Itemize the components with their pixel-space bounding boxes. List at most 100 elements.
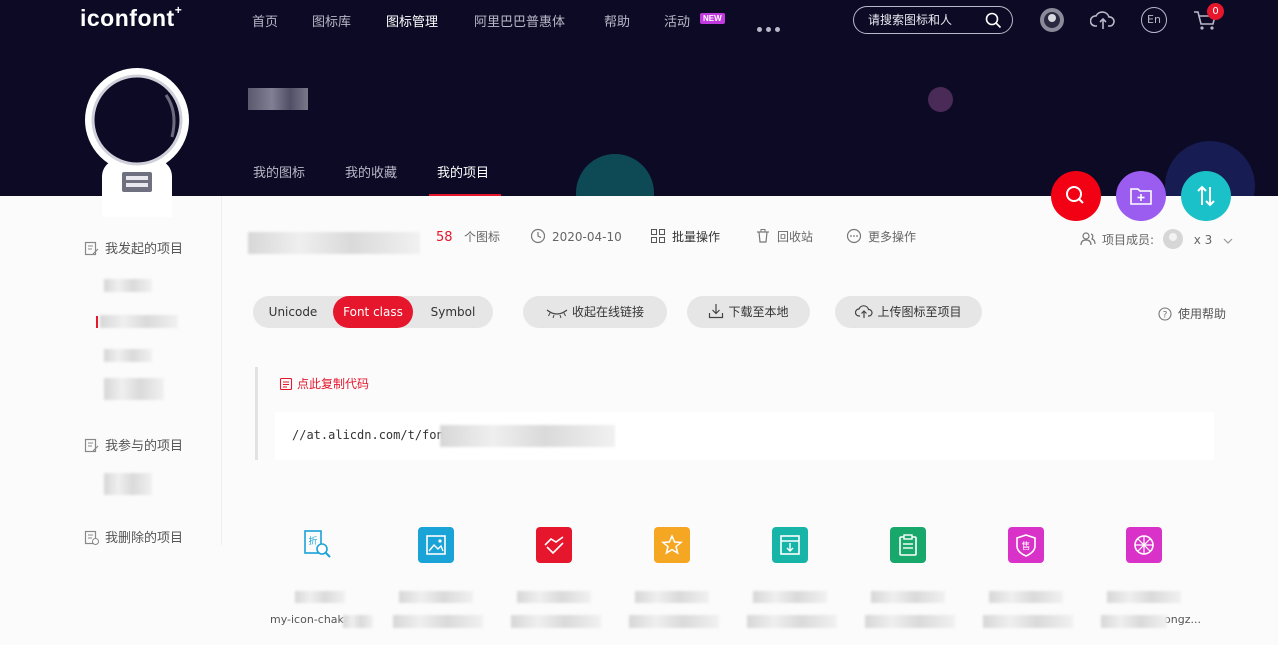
format-unicode[interactable]: Unicode — [253, 296, 333, 328]
user-avatar-icon[interactable] — [1039, 7, 1065, 33]
username-blurred — [248, 88, 308, 110]
icon-title-blurred — [399, 591, 473, 603]
icon-title-blurred — [517, 591, 591, 603]
list-item-blurred[interactable] — [100, 315, 178, 328]
icon-title-blurred — [635, 591, 709, 603]
icon-card[interactable] — [495, 525, 613, 645]
question-icon: ? — [1158, 307, 1172, 321]
list-item-blurred[interactable] — [104, 279, 152, 292]
icon-name-blurred — [511, 615, 601, 628]
icon-name-blurred — [865, 615, 955, 628]
nav-icon-library[interactable]: 图标库 — [312, 11, 351, 30]
search-input[interactable] — [868, 12, 978, 28]
icon-card[interactable]: 售 — [967, 525, 1085, 645]
list-item-blurred[interactable] — [104, 349, 152, 362]
icon-name-blurred — [1101, 615, 1167, 628]
url-blurred — [440, 425, 615, 447]
list-item-blurred[interactable] — [104, 378, 164, 400]
more-circle-icon — [846, 228, 862, 244]
svg-text:售: 售 — [1021, 540, 1030, 552]
icon-title-blurred — [989, 591, 1063, 603]
nav-icon-manage[interactable]: 图标管理 — [386, 11, 438, 30]
language-toggle[interactable]: En — [1141, 7, 1167, 33]
nav-puhuiti-font[interactable]: 阿里巴巴普惠体 — [474, 11, 565, 30]
nav-activity[interactable]: 活动 — [664, 11, 690, 30]
sidebar-started-projects[interactable]: 我发起的项目 — [84, 238, 183, 257]
icon-card[interactable] — [849, 525, 967, 645]
edit-list-icon — [84, 241, 99, 256]
icon-card[interactable] — [377, 525, 495, 645]
download-box-icon — [772, 527, 808, 563]
collapse-online-link-button[interactable]: 收起在线链接 — [523, 296, 667, 328]
new-folder-fab-button[interactable] — [1116, 171, 1166, 221]
active-tab-indicator — [429, 194, 501, 196]
cart-count-badge: 0 — [1207, 3, 1224, 20]
logo[interactable]: iconfont+ — [80, 3, 182, 32]
more-operations-button[interactable]: 更多操作 — [846, 228, 916, 245]
project-members[interactable]: 项目成员: x 3 — [1080, 228, 1240, 250]
eye-closed-icon — [546, 309, 568, 319]
icon-count: 58 个图标 — [436, 230, 501, 245]
decor-circle — [576, 154, 654, 196]
clock-icon — [530, 228, 546, 244]
chevron-down-icon — [1223, 238, 1233, 244]
trash-icon — [757, 229, 769, 243]
recycle-bin-button[interactable]: 回收站 — [755, 228, 813, 245]
font-link-code[interactable]: //at.alicdn.com/t/fon — [275, 412, 1214, 460]
sidebar-joined-projects[interactable]: 我参与的项目 — [84, 435, 183, 454]
sidebar-deleted-projects[interactable]: 我删除的项目 — [84, 527, 183, 546]
download-icon — [709, 304, 724, 319]
sale-shield-icon: 售 — [1008, 527, 1044, 563]
icon-name-blurred — [747, 615, 837, 628]
tab-my-projects[interactable]: 我的项目 — [437, 162, 489, 181]
svg-text:?: ? — [1163, 311, 1168, 321]
icon-card[interactable]: ongz... — [1085, 525, 1203, 645]
font-link-url: //at.alicdn.com/t/fon — [292, 428, 444, 442]
icon-name-blurred — [629, 615, 719, 628]
search-fab-button[interactable] — [1051, 171, 1101, 221]
clipboard-icon — [890, 527, 926, 563]
project-name-blurred — [248, 232, 420, 254]
icon-name-blurred — [393, 615, 483, 628]
search-icon — [1066, 186, 1084, 204]
search-box — [853, 6, 1013, 34]
usage-help-link[interactable]: ? 使用帮助 — [1158, 305, 1226, 322]
upload-cloud-icon — [855, 305, 874, 318]
icon-card[interactable] — [731, 525, 849, 645]
icon-name-blurred — [343, 615, 373, 628]
document-icon — [279, 377, 293, 391]
list-item-blurred[interactable] — [104, 473, 152, 495]
icon-card[interactable] — [613, 525, 731, 645]
copy-code-button[interactable]: 点此复制代码 — [279, 375, 369, 392]
format-font-class[interactable]: Font class — [333, 296, 413, 328]
new-badge: NEW — [700, 13, 725, 24]
folder-add-icon — [1130, 188, 1152, 205]
members-icon — [1080, 232, 1096, 246]
image-icon — [418, 527, 454, 563]
search-document-icon: 折 — [300, 527, 336, 563]
search-icon[interactable] — [985, 12, 1002, 29]
more-dots-icon[interactable] — [757, 17, 787, 32]
star-icon — [654, 527, 690, 563]
batch-operation-button[interactable]: 批量操作 — [650, 228, 720, 245]
nav-home[interactable]: 首页 — [252, 11, 278, 30]
tab-my-favorites[interactable]: 我的收藏 — [345, 162, 397, 181]
format-symbol[interactable]: Symbol — [413, 296, 493, 328]
active-project-marker — [96, 316, 98, 328]
nav-help[interactable]: 帮助 — [604, 11, 630, 30]
grid-icon — [651, 229, 665, 243]
tab-my-icons[interactable]: 我的图标 — [253, 162, 305, 181]
upload-icons-button[interactable]: 上传图标至项目 — [835, 296, 982, 328]
astronaut-avatar — [85, 68, 189, 217]
svg-text:折: 折 — [308, 535, 317, 547]
icon-card[interactable]: 折 my-icon-chaka — [259, 525, 377, 645]
created-date: 2020-04-10 — [530, 228, 622, 244]
upload-cloud-icon[interactable] — [1090, 7, 1116, 33]
sort-fab-button[interactable] — [1181, 171, 1231, 221]
profile-banner: iconfont+ 首页 图标库 图标管理 阿里巴巴普惠体 帮助 活动 NEW … — [0, 0, 1278, 196]
decor-circle — [928, 87, 953, 112]
icon-title-blurred — [1107, 591, 1181, 603]
download-local-button[interactable]: 下载至本地 — [687, 296, 810, 328]
member-avatar — [1162, 229, 1183, 249]
edit-list-icon — [84, 438, 99, 453]
